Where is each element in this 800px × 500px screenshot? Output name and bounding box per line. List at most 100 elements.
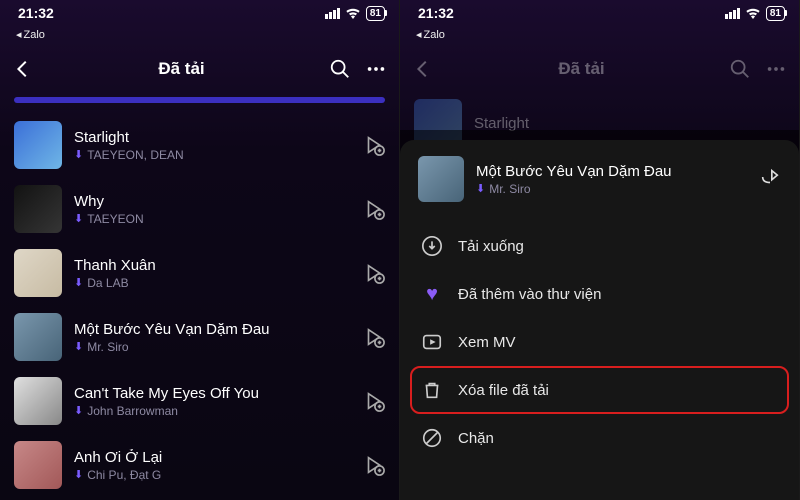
- cellular-icon: [725, 8, 740, 19]
- song-title: Why: [74, 193, 351, 210]
- status-bar: 21:32 81: [400, 0, 799, 26]
- album-art: [14, 121, 62, 169]
- sheet-song-artist: Mr. Siro: [489, 182, 530, 196]
- wifi-icon: [745, 7, 761, 19]
- album-art: [14, 441, 62, 489]
- song-artist: TAEYEON: [87, 212, 143, 226]
- header: Đã tải: [0, 47, 399, 91]
- downloaded-icon: ⬇: [74, 276, 83, 289]
- more-horizontal-icon: [765, 58, 787, 80]
- song-title: Starlight: [474, 115, 785, 132]
- heart-icon: ♥: [420, 282, 444, 306]
- add-queue-icon: [363, 326, 385, 348]
- page-title: Đã tải: [434, 59, 729, 79]
- add-queue-icon: [363, 198, 385, 220]
- status-indicators: 81: [725, 6, 785, 21]
- album-art: [14, 249, 62, 297]
- phone-right: 21:32 81 ◂ Zalo Đã tải Starlight: [400, 0, 800, 500]
- album-art: [14, 185, 62, 233]
- chevron-left-icon: ◂: [416, 28, 422, 41]
- option-delete-file[interactable]: Xóa file đã tải: [410, 366, 789, 414]
- action-sheet: Một Bước Yêu Vạn Dặm Đau ⬇ Mr. Siro Tải x…: [400, 140, 799, 500]
- more-horizontal-icon: [365, 58, 387, 80]
- sheet-header: Một Bước Yêu Vạn Dặm Đau ⬇ Mr. Siro: [418, 156, 781, 202]
- add-queue-button[interactable]: [363, 198, 385, 220]
- search-icon: [329, 58, 351, 80]
- option-label: Xóa file đã tải: [458, 382, 549, 399]
- block-icon: [420, 426, 444, 450]
- status-time: 21:32: [418, 5, 454, 21]
- option-label: Xem MV: [458, 334, 516, 351]
- more-button[interactable]: [765, 58, 787, 80]
- list-item[interactable]: Can't Take My Eyes Off You ⬇ John Barrowm…: [14, 369, 385, 433]
- song-title: Một Bước Yêu Vạn Dặm Đau: [74, 321, 351, 338]
- album-art: [14, 313, 62, 361]
- list-item[interactable]: Thanh Xuân ⬇ Da LAB: [14, 241, 385, 305]
- song-artist: Mr. Siro: [87, 340, 128, 354]
- download-icon: [420, 234, 444, 258]
- battery-indicator: 81: [766, 6, 785, 21]
- battery-indicator: 81: [366, 6, 385, 21]
- add-queue-icon: [363, 390, 385, 412]
- page-title: Đã tải: [34, 59, 329, 79]
- back-button[interactable]: [412, 58, 434, 80]
- add-queue-icon: [363, 262, 385, 284]
- song-title: Starlight: [74, 129, 351, 146]
- add-queue-icon: [363, 134, 385, 156]
- song-artist: Chi Pu, Đạt G: [87, 468, 161, 482]
- downloaded-icon: ⬇: [74, 148, 83, 161]
- search-button[interactable]: [729, 58, 751, 80]
- list-item[interactable]: Starlight ⬇ TAEYEON, DEAN: [14, 113, 385, 177]
- add-queue-button[interactable]: [363, 134, 385, 156]
- song-artist: TAEYEON, DEAN: [87, 148, 183, 162]
- back-to-app[interactable]: ◂ Zalo: [400, 26, 799, 41]
- add-queue-button[interactable]: [363, 454, 385, 476]
- option-label: Chặn: [458, 430, 494, 447]
- search-button[interactable]: [329, 58, 351, 80]
- progress-bar: [14, 97, 385, 103]
- add-queue-icon: [363, 454, 385, 476]
- album-art: [418, 156, 464, 202]
- list-item[interactable]: Why ⬇ TAEYEON: [14, 177, 385, 241]
- share-icon: [759, 166, 781, 188]
- wifi-icon: [345, 7, 361, 19]
- add-queue-button[interactable]: [363, 262, 385, 284]
- status-bar: 21:32 81: [0, 0, 399, 26]
- option-label: Tải xuống: [458, 238, 524, 255]
- add-queue-button[interactable]: [363, 326, 385, 348]
- downloaded-icon: ⬇: [476, 182, 485, 195]
- option-block[interactable]: Chặn: [418, 414, 781, 462]
- list-item[interactable]: Anh Ơi Ở Lại ⬇ Chi Pu, Đạt G: [14, 433, 385, 497]
- song-title: Anh Ơi Ở Lại: [74, 449, 351, 466]
- downloaded-icon: ⬇: [74, 404, 83, 417]
- share-button[interactable]: [759, 166, 781, 193]
- search-icon: [729, 58, 751, 80]
- song-list: Starlight ⬇ TAEYEON, DEAN Why ⬇ TAEYEON Th…: [0, 113, 399, 500]
- album-art: [14, 377, 62, 425]
- list-item[interactable]: Một Bước Yêu Vạn Dặm Đau ⬇ Mr. Siro: [14, 305, 385, 369]
- song-title: Thanh Xuân: [74, 257, 351, 274]
- add-queue-button[interactable]: [363, 390, 385, 412]
- header: Đã tải: [400, 47, 799, 91]
- song-title: Can't Take My Eyes Off You: [74, 385, 351, 402]
- status-time: 21:32: [18, 5, 54, 21]
- phone-left: 21:32 81 ◂ Zalo Đã tải Starlight: [0, 0, 400, 500]
- back-button[interactable]: [12, 58, 34, 80]
- downloaded-icon: ⬇: [74, 212, 83, 225]
- trash-icon: [420, 378, 444, 402]
- play-video-icon: [420, 330, 444, 354]
- more-button[interactable]: [365, 58, 387, 80]
- sheet-song-title: Một Bước Yêu Vạn Dặm Đau: [476, 163, 747, 180]
- song-artist: John Barrowman: [87, 404, 178, 418]
- chevron-left-icon: ◂: [16, 28, 22, 41]
- back-to-app[interactable]: ◂ Zalo: [0, 26, 399, 41]
- option-label: Đã thêm vào thư viện: [458, 286, 601, 303]
- option-download[interactable]: Tải xuống: [418, 222, 781, 270]
- status-indicators: 81: [325, 6, 385, 21]
- option-watch-mv[interactable]: Xem MV: [418, 318, 781, 366]
- cellular-icon: [325, 8, 340, 19]
- downloaded-icon: ⬇: [74, 468, 83, 481]
- option-added-library[interactable]: ♥ Đã thêm vào thư viện: [418, 270, 781, 318]
- downloaded-icon: ⬇: [74, 340, 83, 353]
- song-artist: Da LAB: [87, 276, 128, 290]
